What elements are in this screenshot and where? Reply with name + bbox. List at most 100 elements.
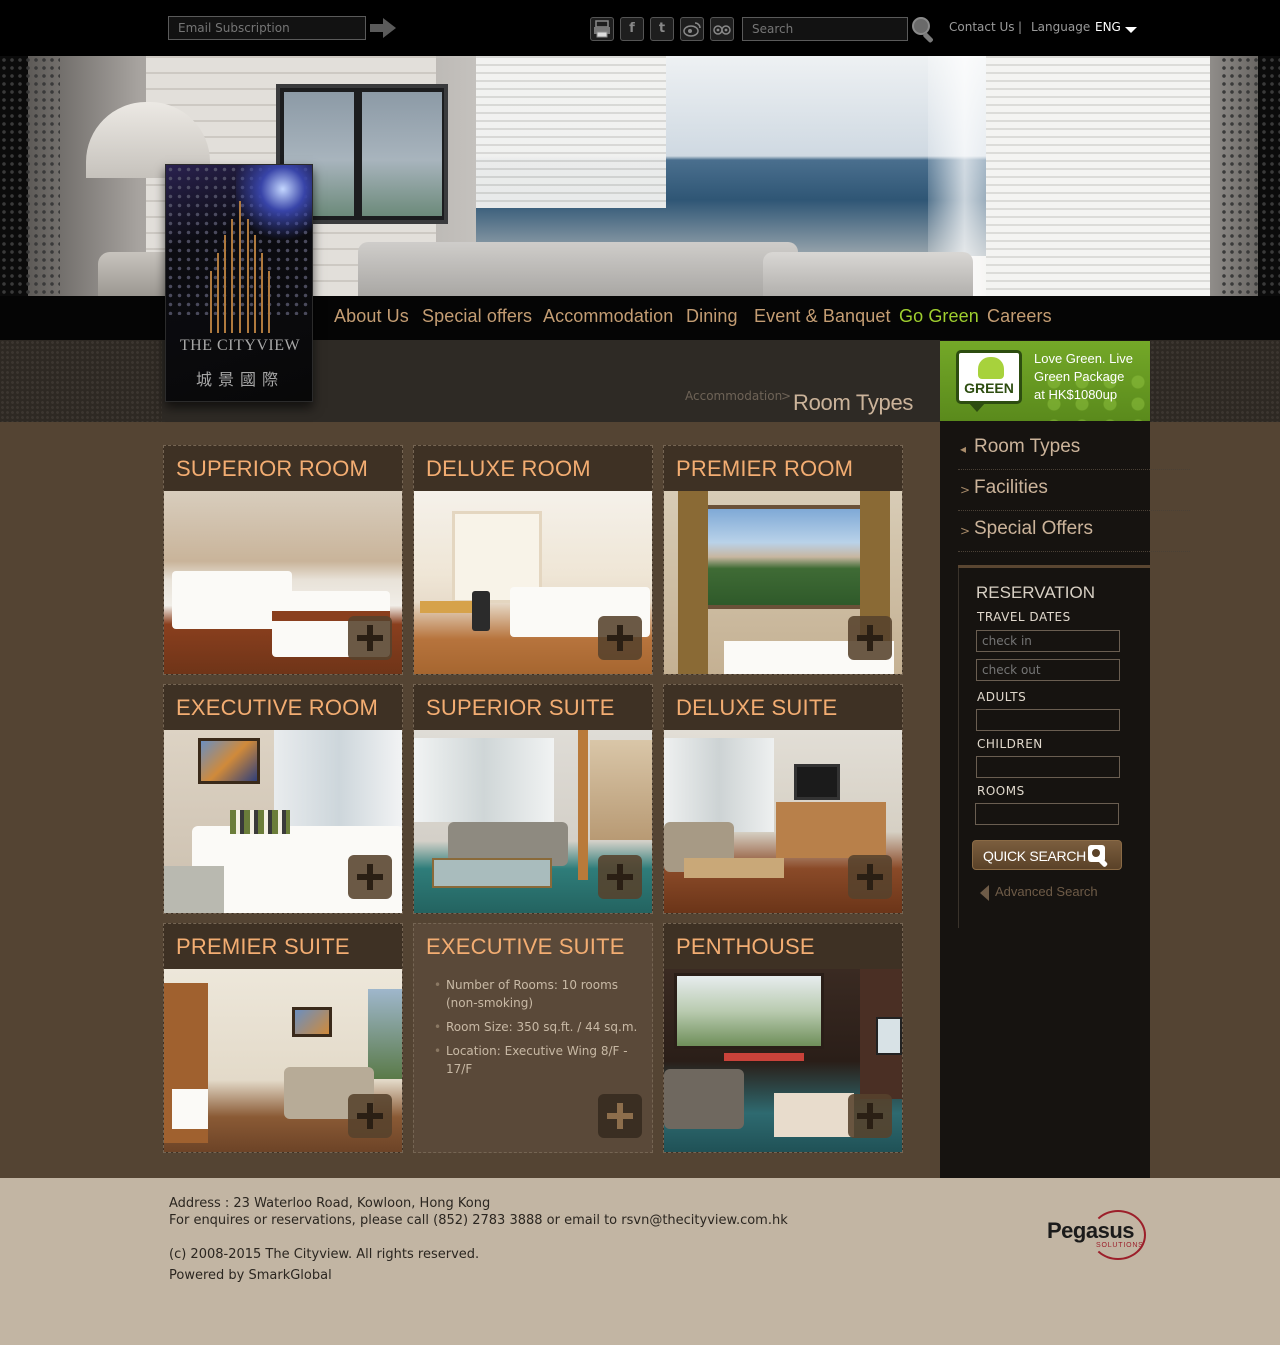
expand-plus-icon[interactable] [848,855,892,899]
advanced-search-link[interactable]: Advanced Search [980,884,1120,902]
arrow-right-icon: > [960,524,971,538]
pegasus-sub: SOLUTIONS [1096,1242,1144,1249]
green-promo-line2: Green Package [1034,369,1125,384]
room-card-deluxe-room[interactable]: DELUXE ROOM [413,445,653,675]
facebook-icon[interactable]: f [620,17,644,41]
room-title: SUPERIOR SUITE [426,695,615,720]
sidebar-item-facilities[interactable]: > Facilities [958,470,1190,511]
children-label: CHILDREN [977,737,1043,751]
room-title: PREMIER SUITE [176,934,350,959]
green-badge-label: GREEN [964,380,1014,396]
room-detail-location: Location: Executive Wing 8/F - 17/F [434,1042,644,1078]
sidebar-item-room-types[interactable]: ◂ Room Types [958,429,1190,470]
breadcrumb-parent[interactable]: Accommodation [685,389,782,403]
green-promo-line3: at HK$1080up [1034,387,1118,402]
travel-dates-label: TRAVEL DATES [977,610,1071,624]
cityview-logo[interactable]: THE CITYVIEW 城景國際 [165,164,313,402]
pegasus-logo[interactable]: Pegasus SOLUTIONS [1046,1208,1146,1262]
expand-plus-icon[interactable] [848,616,892,660]
pegasus-name: Pegasus [1047,1218,1135,1243]
green-promo-text: Love Green. Live Green Package at HK$108… [1034,350,1149,404]
green-badge-icon: GREEN [956,350,1022,404]
room-card-penthouse[interactable]: PENTHOUSE [663,923,903,1153]
room-details: Number of Rooms: 10 rooms (non-smoking) … [434,976,644,1084]
arrow-left-icon: ◂ [960,442,967,456]
subscribe-arrow-icon[interactable] [368,16,398,40]
expand-plus-icon[interactable] [598,855,642,899]
room-detail-size: Room Size: 350 sq.ft. / 44 sq.m. [434,1018,644,1036]
language-select[interactable]: ENG [1095,20,1121,34]
sidebar-item-label: Facilities [974,477,1048,498]
expand-plus-icon[interactable] [348,1094,392,1138]
top-separator: | [1018,20,1023,34]
green-promo-line1: Love Green. Live [1034,351,1134,366]
expand-plus-icon[interactable] [848,1094,892,1138]
check-out-input[interactable] [976,659,1120,681]
email-subscription-input[interactable] [168,16,366,40]
twitter-icon[interactable]: t [650,17,674,41]
print-icon[interactable] [590,17,614,41]
room-card-superior-suite[interactable]: SUPERIOR SUITE [413,684,653,914]
reservation-title: RESERVATION [976,583,1096,602]
room-card-executive-suite[interactable]: EXECUTIVE SUITE Number of Rooms: 10 room… [413,923,653,1153]
sidebar-item-label: Room Types [974,436,1081,457]
building-icon [210,201,270,333]
chevron-down-icon[interactable] [1125,27,1137,33]
room-card-deluxe-suite[interactable]: DELUXE SUITE [663,684,903,914]
footer-address: Address : 23 Waterloo Road, Kowloon, Hon… [169,1196,491,1211]
nav-about-us[interactable]: About Us [334,306,409,327]
tripadvisor-icon[interactable] [710,17,734,41]
badge-tail [968,402,986,412]
search-icon[interactable] [910,15,938,43]
logo-text: THE CITYVIEW [179,337,301,354]
footer-copyright: (c) 2008-2015 The Cityview. All rights r… [169,1247,480,1262]
quick-search-label: QUICK SEARCH [983,848,1086,864]
expand-plus-icon[interactable] [348,855,392,899]
sidebar-item-label: Special Offers [974,518,1093,539]
quick-search-button[interactable]: QUICK SEARCH [972,840,1122,870]
reservation-rule [958,568,959,928]
advanced-search-label: Advanced Search [995,884,1098,899]
nav-accommodation[interactable]: Accommodation [543,306,673,327]
page-title: Room Types [793,390,914,415]
weibo-icon[interactable] [680,17,704,41]
room-title: EXECUTIVE ROOM [176,695,379,720]
breadcrumb-separator: > [781,389,792,403]
expand-plus-icon[interactable] [348,616,392,660]
room-title: DELUXE ROOM [426,456,591,481]
footer-contact: For enquires or reservations, please cal… [169,1213,788,1228]
room-card-premier-room[interactable]: PREMIER ROOM [663,445,903,675]
room-title: SUPERIOR ROOM [176,456,369,481]
logo-chinese: 城景國際 [195,370,284,389]
footer-powered-by[interactable]: Powered by SmarkGlobal [169,1268,332,1283]
magnifier-icon [1088,845,1108,867]
nav-go-green[interactable]: Go Green [899,306,979,327]
nav-event-banquet[interactable]: Event & Banquet [754,306,891,327]
room-card-executive-room[interactable]: EXECUTIVE ROOM [163,684,403,914]
adults-input[interactable] [976,709,1120,731]
room-title: PREMIER ROOM [676,456,854,481]
green-package-banner[interactable]: GREEN Love Green. Live Green Package at … [940,341,1150,421]
check-in-input[interactable] [976,630,1120,652]
nav-dining[interactable]: Dining [686,306,738,327]
language-label: Language [1031,20,1091,34]
expand-plus-icon[interactable] [598,1094,642,1138]
room-title: EXECUTIVE SUITE [426,934,625,959]
adults-label: ADULTS [977,690,1027,704]
search-input[interactable] [742,17,908,41]
nav-special-offers[interactable]: Special offers [422,306,532,327]
room-detail-count: Number of Rooms: 10 rooms (non-smoking) [434,976,644,1012]
rooms-label: ROOMS [977,784,1025,798]
heart-icon [978,357,1004,379]
nav-careers[interactable]: Careers [987,306,1052,327]
room-card-superior-room[interactable]: SUPERIOR ROOM [163,445,403,675]
children-input[interactable] [976,756,1120,778]
reservation-divider [958,565,1150,568]
rooms-input[interactable] [975,803,1119,825]
sidebar-item-special-offers[interactable]: > Special Offers [958,511,1190,552]
contact-us-link[interactable]: Contact Us [949,20,1015,34]
room-title: PENTHOUSE [676,934,815,959]
expand-plus-icon[interactable] [598,616,642,660]
room-card-premier-suite[interactable]: PREMIER SUITE [163,923,403,1153]
triangle-left-icon [980,885,989,901]
